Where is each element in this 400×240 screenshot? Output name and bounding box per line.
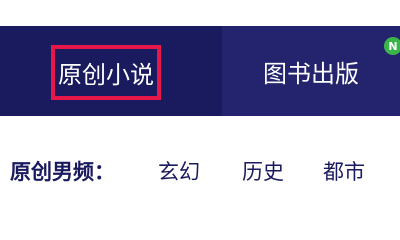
category-label: 原创男频：	[10, 160, 115, 184]
tab-original-novels[interactable]: 原创小说	[51, 45, 161, 100]
new-badge-text: N	[388, 39, 398, 53]
category-link-xuanhuan[interactable]: 玄幻	[158, 156, 200, 186]
tab-book-publishing-label: 图书出版	[263, 59, 359, 88]
tab-book-publishing[interactable]: 图书出版	[222, 26, 400, 116]
tab-original-novels-label: 原创小说	[58, 61, 154, 89]
category-row: 原创男频： 玄幻 历史 都市	[0, 148, 400, 188]
category-link-history[interactable]: 历史	[242, 156, 284, 186]
category-link-urban[interactable]: 都市	[323, 156, 365, 186]
new-badge-icon: N	[384, 37, 400, 55]
